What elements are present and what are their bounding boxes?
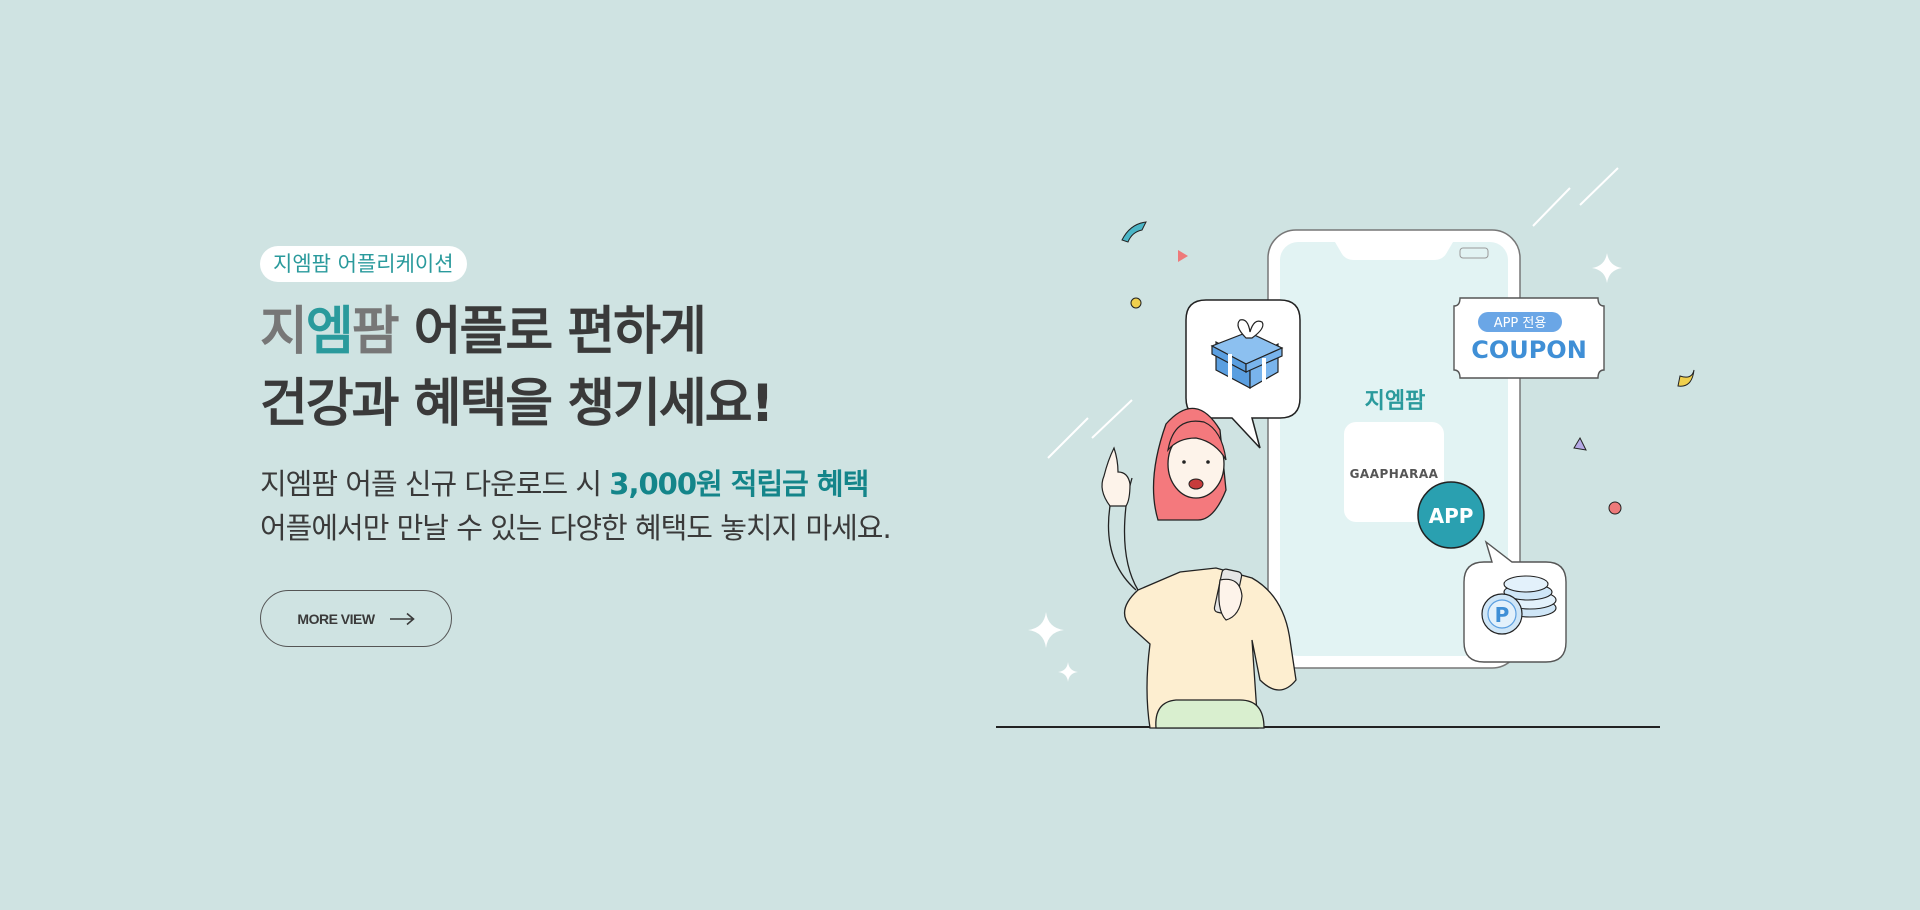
promo-text-block: 지엠팜 어플리케이션 지엠팜 어플로 편하게 건강과 혜택을 챙기세요! 지엠팜… (260, 246, 1020, 647)
phone-speaker (1459, 247, 1489, 259)
description-highlight: 3,000원 적립금 혜택 (609, 467, 869, 501)
headline-brand-part3: 팜 (351, 302, 400, 362)
description-line2: 어플에서만 만날 수 있는 다양한 혜택도 놓치지 마세요. (260, 511, 892, 545)
confetti-shape (1677, 369, 1695, 387)
headline: 지엠팜 어플로 편하게 건강과 혜택을 챙기세요! (260, 296, 1020, 440)
speed-line (1579, 167, 1619, 206)
app-logo-text: GAAPHARAA (1350, 467, 1439, 481)
app-badge-text: APP (1429, 504, 1474, 528)
sparkle-icon (1592, 253, 1622, 283)
headline-line1-rest: 어플로 편하게 (397, 302, 707, 362)
confetti-shape (1178, 250, 1188, 262)
coupon-ticket: APP 전용 COUPON (1453, 297, 1605, 379)
phone-notch (1335, 242, 1453, 260)
more-view-label: MORE VIEW (297, 610, 375, 627)
speed-line (1047, 417, 1089, 459)
sparkle-icon (1058, 662, 1078, 682)
confetti-shape (1121, 221, 1147, 243)
speed-line (1091, 399, 1133, 439)
coupon-top-text: APP 전용 (1494, 316, 1547, 331)
confetti-shape (1130, 297, 1142, 309)
confetti-shape (1573, 436, 1587, 451)
sparkle-icon (1028, 612, 1064, 648)
phone-brand-text: 지엠팜 (1365, 389, 1426, 414)
headline-brand-part1: 지 (260, 302, 308, 362)
description: 지엠팜 어플 신규 다운로드 시 3,000원 적립금 혜택 어플에서만 만날 … (260, 462, 1020, 550)
headline-brand-part2: 엠 (305, 302, 354, 362)
arrow-right-icon (389, 612, 415, 625)
more-view-button[interactable]: MORE VIEW (260, 590, 452, 647)
headline-line2: 건강과 혜택을 챙기세요! (260, 374, 774, 434)
coupon-main-text: COUPON (1471, 336, 1587, 364)
woman-character (1101, 407, 1297, 729)
description-line1-prefix: 지엠팜 어플 신규 다운로드 시 (260, 467, 610, 501)
app-illustration: 지엠팜 GAAPHARAA APP APP 전용 COUPON P (996, 167, 1695, 729)
tag-pill: 지엠팜 어플리케이션 (260, 246, 467, 282)
confetti-shape (1608, 501, 1622, 515)
point-symbol-text: P (1495, 603, 1510, 627)
speed-line (1532, 187, 1571, 227)
